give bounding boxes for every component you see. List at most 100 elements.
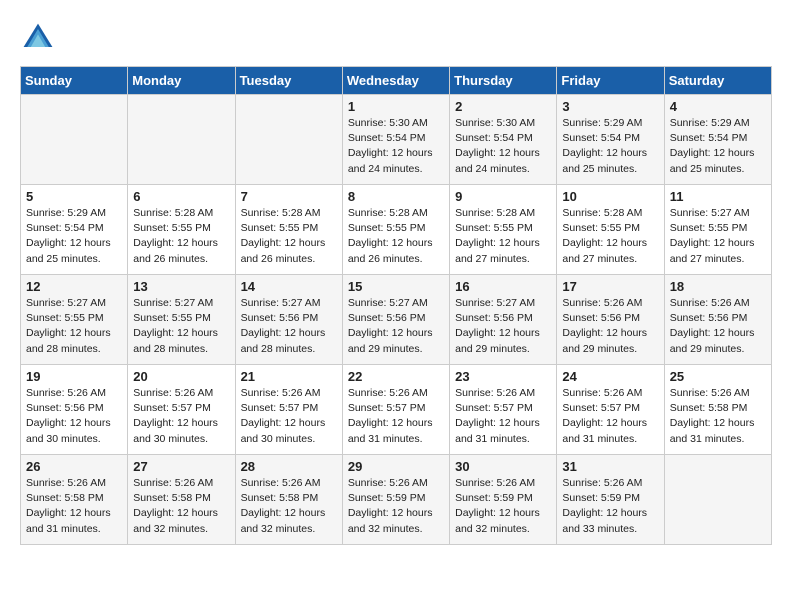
cell-info: Sunrise: 5:27 AMSunset: 5:55 PMDaylight:…	[670, 206, 766, 267]
day-number: 10	[562, 189, 658, 204]
cell-info: Sunrise: 5:26 AMSunset: 5:59 PMDaylight:…	[455, 476, 551, 537]
day-number: 6	[133, 189, 229, 204]
weekday-header-thursday: Thursday	[450, 67, 557, 95]
calendar-cell: 1 Sunrise: 5:30 AMSunset: 5:54 PMDaylight…	[342, 95, 449, 185]
weekday-header-monday: Monday	[128, 67, 235, 95]
day-number: 19	[26, 369, 122, 384]
calendar-week-row: 26 Sunrise: 5:26 AMSunset: 5:58 PMDayligh…	[21, 455, 772, 545]
calendar-cell	[128, 95, 235, 185]
weekday-header-row: SundayMondayTuesdayWednesdayThursdayFrid…	[21, 67, 772, 95]
cell-info: Sunrise: 5:26 AMSunset: 5:56 PMDaylight:…	[26, 386, 122, 447]
calendar-cell: 20Sunrise: 5:26 AMSunset: 5:57 PMDayligh…	[128, 365, 235, 455]
calendar-cell: 23 Sunrise: 5:26 AMSunset: 5:57 PMDayligh…	[450, 365, 557, 455]
weekday-header-sunday: Sunday	[21, 67, 128, 95]
cell-info: Sunrise: 5:26 AMSunset: 5:58 PMDaylight:…	[133, 476, 229, 537]
day-number: 15	[348, 279, 444, 294]
calendar-week-row: 5Sunrise: 5:29 AMSunset: 5:54 PMDaylight…	[21, 185, 772, 275]
calendar-cell: 22 Sunrise: 5:26 AMSunset: 5:57 PMDayligh…	[342, 365, 449, 455]
calendar-cell: 24 Sunrise: 5:26 AMSunset: 5:57 PMDayligh…	[557, 365, 664, 455]
cell-info: Sunrise: 5:27 AMSunset: 5:55 PMDaylight:…	[133, 296, 229, 357]
calendar-cell: 25Sunrise: 5:26 AMSunset: 5:58 PMDayligh…	[664, 365, 771, 455]
cell-info: Sunrise: 5:26 AMSunset: 5:57 PMDaylight:…	[562, 386, 658, 447]
calendar-cell	[664, 455, 771, 545]
page-header	[20, 20, 772, 56]
calendar-cell: 13 Sunrise: 5:27 AMSunset: 5:55 PMDayligh…	[128, 275, 235, 365]
weekday-header-friday: Friday	[557, 67, 664, 95]
day-number: 24	[562, 369, 658, 384]
calendar-table: SundayMondayTuesdayWednesdayThursdayFrid…	[20, 66, 772, 545]
calendar-body: 1 Sunrise: 5:30 AMSunset: 5:54 PMDaylight…	[21, 95, 772, 545]
day-number: 18	[670, 279, 766, 294]
cell-info: Sunrise: 5:26 AMSunset: 5:57 PMDaylight:…	[455, 386, 551, 447]
calendar-cell: 17Sunrise: 5:26 AMSunset: 5:56 PMDayligh…	[557, 275, 664, 365]
calendar-cell: 10 Sunrise: 5:28 AMSunset: 5:55 PMDayligh…	[557, 185, 664, 275]
day-number: 25	[670, 369, 766, 384]
day-number: 9	[455, 189, 551, 204]
calendar-cell: 6 Sunrise: 5:28 AMSunset: 5:55 PMDaylight…	[128, 185, 235, 275]
cell-info: Sunrise: 5:30 AMSunset: 5:54 PMDaylight:…	[348, 116, 444, 177]
calendar-cell: 29 Sunrise: 5:26 AMSunset: 5:59 PMDayligh…	[342, 455, 449, 545]
day-number: 27	[133, 459, 229, 474]
day-number: 14	[241, 279, 337, 294]
day-number: 5	[26, 189, 122, 204]
day-number: 29	[348, 459, 444, 474]
cell-info: Sunrise: 5:28 AMSunset: 5:55 PMDaylight:…	[455, 206, 551, 267]
cell-info: Sunrise: 5:28 AMSunset: 5:55 PMDaylight:…	[348, 206, 444, 267]
calendar-cell: 30Sunrise: 5:26 AMSunset: 5:59 PMDayligh…	[450, 455, 557, 545]
day-number: 4	[670, 99, 766, 114]
day-number: 22	[348, 369, 444, 384]
cell-info: Sunrise: 5:26 AMSunset: 5:57 PMDaylight:…	[241, 386, 337, 447]
day-number: 11	[670, 189, 766, 204]
day-number: 21	[241, 369, 337, 384]
day-number: 3	[562, 99, 658, 114]
day-number: 20	[133, 369, 229, 384]
cell-info: Sunrise: 5:26 AMSunset: 5:56 PMDaylight:…	[562, 296, 658, 357]
cell-info: Sunrise: 5:28 AMSunset: 5:55 PMDaylight:…	[133, 206, 229, 267]
cell-info: Sunrise: 5:26 AMSunset: 5:59 PMDaylight:…	[348, 476, 444, 537]
cell-info: Sunrise: 5:26 AMSunset: 5:59 PMDaylight:…	[562, 476, 658, 537]
day-number: 26	[26, 459, 122, 474]
calendar-cell: 11 Sunrise: 5:27 AMSunset: 5:55 PMDayligh…	[664, 185, 771, 275]
weekday-header-wednesday: Wednesday	[342, 67, 449, 95]
weekday-header-saturday: Saturday	[664, 67, 771, 95]
cell-info: Sunrise: 5:28 AMSunset: 5:55 PMDaylight:…	[562, 206, 658, 267]
logo-icon	[20, 20, 56, 56]
calendar-cell: 14 Sunrise: 5:27 AMSunset: 5:56 PMDayligh…	[235, 275, 342, 365]
cell-info: Sunrise: 5:26 AMSunset: 5:58 PMDaylight:…	[241, 476, 337, 537]
calendar-cell: 3 Sunrise: 5:29 AMSunset: 5:54 PMDaylight…	[557, 95, 664, 185]
calendar-cell: 2 Sunrise: 5:30 AMSunset: 5:54 PMDaylight…	[450, 95, 557, 185]
cell-info: Sunrise: 5:26 AMSunset: 5:56 PMDaylight:…	[670, 296, 766, 357]
day-number: 31	[562, 459, 658, 474]
calendar-cell: 8 Sunrise: 5:28 AMSunset: 5:55 PMDaylight…	[342, 185, 449, 275]
calendar-cell: 16 Sunrise: 5:27 AMSunset: 5:56 PMDayligh…	[450, 275, 557, 365]
calendar-cell: 27 Sunrise: 5:26 AMSunset: 5:58 PMDayligh…	[128, 455, 235, 545]
calendar-header: SundayMondayTuesdayWednesdayThursdayFrid…	[21, 67, 772, 95]
calendar-cell: 15 Sunrise: 5:27 AMSunset: 5:56 PMDayligh…	[342, 275, 449, 365]
calendar-cell: 9 Sunrise: 5:28 AMSunset: 5:55 PMDaylight…	[450, 185, 557, 275]
calendar-cell: 18 Sunrise: 5:26 AMSunset: 5:56 PMDayligh…	[664, 275, 771, 365]
calendar-cell: 4 Sunrise: 5:29 AMSunset: 5:54 PMDaylight…	[664, 95, 771, 185]
cell-info: Sunrise: 5:28 AMSunset: 5:55 PMDaylight:…	[241, 206, 337, 267]
day-number: 2	[455, 99, 551, 114]
cell-info: Sunrise: 5:26 AMSunset: 5:58 PMDaylight:…	[26, 476, 122, 537]
day-number: 23	[455, 369, 551, 384]
calendar-cell	[235, 95, 342, 185]
cell-info: Sunrise: 5:27 AMSunset: 5:56 PMDaylight:…	[348, 296, 444, 357]
cell-info: Sunrise: 5:26 AMSunset: 5:57 PMDaylight:…	[348, 386, 444, 447]
cell-info: Sunrise: 5:29 AMSunset: 5:54 PMDaylight:…	[562, 116, 658, 177]
cell-info: Sunrise: 5:27 AMSunset: 5:56 PMDaylight:…	[241, 296, 337, 357]
day-number: 16	[455, 279, 551, 294]
calendar-cell: 12Sunrise: 5:27 AMSunset: 5:55 PMDayligh…	[21, 275, 128, 365]
day-number: 28	[241, 459, 337, 474]
day-number: 7	[241, 189, 337, 204]
cell-info: Sunrise: 5:29 AMSunset: 5:54 PMDaylight:…	[670, 116, 766, 177]
cell-info: Sunrise: 5:30 AMSunset: 5:54 PMDaylight:…	[455, 116, 551, 177]
logo	[20, 20, 62, 56]
calendar-week-row: 1 Sunrise: 5:30 AMSunset: 5:54 PMDaylight…	[21, 95, 772, 185]
calendar-cell: 28 Sunrise: 5:26 AMSunset: 5:58 PMDayligh…	[235, 455, 342, 545]
day-number: 1	[348, 99, 444, 114]
day-number: 8	[348, 189, 444, 204]
cell-info: Sunrise: 5:27 AMSunset: 5:56 PMDaylight:…	[455, 296, 551, 357]
day-number: 13	[133, 279, 229, 294]
calendar-cell: 31 Sunrise: 5:26 AMSunset: 5:59 PMDayligh…	[557, 455, 664, 545]
